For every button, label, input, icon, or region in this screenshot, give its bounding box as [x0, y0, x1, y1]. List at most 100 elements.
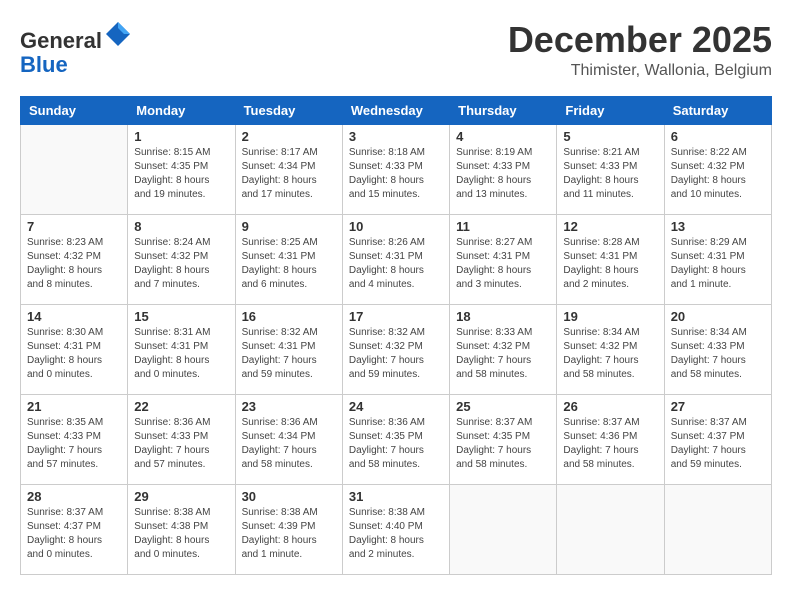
day-header-wednesday: Wednesday — [342, 96, 449, 124]
day-number: 25 — [456, 399, 550, 414]
calendar-cell: 22 Sunrise: 8:36 AM Sunset: 4:33 PM Dayli… — [128, 394, 235, 484]
day-info: Sunrise: 8:22 AM Sunset: 4:32 PM Dayligh… — [671, 146, 765, 202]
calendar-cell: 29 Sunrise: 8:38 AM Sunset: 4:38 PM Dayli… — [128, 484, 235, 574]
day-header-friday: Friday — [557, 96, 664, 124]
day-number: 2 — [242, 129, 336, 144]
day-number: 19 — [563, 309, 657, 324]
calendar-cell: 13 Sunrise: 8:29 AM Sunset: 4:31 PM Dayli… — [664, 214, 771, 304]
day-number: 16 — [242, 309, 336, 324]
calendar-cell: 20Sunrise: 8:34 AM Sunset: 4:33 PM Dayli… — [664, 304, 771, 394]
calendar-cell: 21 Sunrise: 8:35 AM Sunset: 4:33 PM Dayli… — [21, 394, 128, 484]
day-info: Sunrise: 8:38 AM Sunset: 4:38 PM Dayligh… — [134, 506, 228, 562]
location-subtitle: Thimister, Wallonia, Belgium — [508, 62, 772, 80]
day-number: 30 — [242, 489, 336, 504]
day-info: Sunrise: 8:28 AM Sunset: 4:31 PM Dayligh… — [563, 236, 657, 292]
day-number: 6 — [671, 129, 765, 144]
day-number: 24 — [349, 399, 443, 414]
day-info: Sunrise: 8:31 AM Sunset: 4:31 PM Dayligh… — [134, 326, 228, 382]
day-header-thursday: Thursday — [450, 96, 557, 124]
calendar-cell: 12Sunrise: 8:28 AM Sunset: 4:31 PM Dayli… — [557, 214, 664, 304]
calendar-cell: 8 Sunrise: 8:24 AM Sunset: 4:32 PM Daylig… — [128, 214, 235, 304]
day-info: Sunrise: 8:34 AM Sunset: 4:33 PM Dayligh… — [671, 326, 765, 382]
day-info: Sunrise: 8:36 AM Sunset: 4:34 PM Dayligh… — [242, 416, 336, 472]
calendar-week-row: 1Sunrise: 8:15 AM Sunset: 4:35 PM Daylig… — [21, 124, 772, 214]
day-number: 4 — [456, 129, 550, 144]
day-info: Sunrise: 8:37 AM Sunset: 4:37 PM Dayligh… — [671, 416, 765, 472]
calendar-week-row: 21 Sunrise: 8:35 AM Sunset: 4:33 PM Dayli… — [21, 394, 772, 484]
day-number: 15 — [134, 309, 228, 324]
calendar-cell: 6 Sunrise: 8:22 AM Sunset: 4:32 PM Daylig… — [664, 124, 771, 214]
month-title: December 2025 — [508, 20, 772, 60]
day-info: Sunrise: 8:38 AM Sunset: 4:39 PM Dayligh… — [242, 506, 336, 562]
day-header-tuesday: Tuesday — [235, 96, 342, 124]
day-info: Sunrise: 8:15 AM Sunset: 4:35 PM Dayligh… — [134, 146, 228, 202]
logo: General Blue — [20, 20, 132, 77]
calendar-cell: 15 Sunrise: 8:31 AM Sunset: 4:31 PM Dayli… — [128, 304, 235, 394]
day-header-sunday: Sunday — [21, 96, 128, 124]
calendar-cell: 23 Sunrise: 8:36 AM Sunset: 4:34 PM Dayli… — [235, 394, 342, 484]
day-header-monday: Monday — [128, 96, 235, 124]
calendar-cell — [664, 484, 771, 574]
day-number: 23 — [242, 399, 336, 414]
day-number: 17 — [349, 309, 443, 324]
day-info: Sunrise: 8:34 AM Sunset: 4:32 PM Dayligh… — [563, 326, 657, 382]
calendar-cell: 24Sunrise: 8:36 AM Sunset: 4:35 PM Dayli… — [342, 394, 449, 484]
calendar-cell: 26Sunrise: 8:37 AM Sunset: 4:36 PM Dayli… — [557, 394, 664, 484]
calendar-cell: 14Sunrise: 8:30 AM Sunset: 4:31 PM Dayli… — [21, 304, 128, 394]
calendar-cell: 2 Sunrise: 8:17 AM Sunset: 4:34 PM Daylig… — [235, 124, 342, 214]
day-number: 13 — [671, 219, 765, 234]
calendar-cell: 28 Sunrise: 8:37 AM Sunset: 4:37 PM Dayli… — [21, 484, 128, 574]
day-info: Sunrise: 8:21 AM Sunset: 4:33 PM Dayligh… — [563, 146, 657, 202]
day-info: Sunrise: 8:32 AM Sunset: 4:31 PM Dayligh… — [242, 326, 336, 382]
day-number: 5 — [563, 129, 657, 144]
day-info: Sunrise: 8:19 AM Sunset: 4:33 PM Dayligh… — [456, 146, 550, 202]
day-info: Sunrise: 8:24 AM Sunset: 4:32 PM Dayligh… — [134, 236, 228, 292]
day-number: 29 — [134, 489, 228, 504]
calendar-cell — [450, 484, 557, 574]
day-number: 9 — [242, 219, 336, 234]
day-number: 31 — [349, 489, 443, 504]
day-info: Sunrise: 8:37 AM Sunset: 4:35 PM Dayligh… — [456, 416, 550, 472]
day-info: Sunrise: 8:37 AM Sunset: 4:37 PM Dayligh… — [27, 506, 121, 562]
day-info: Sunrise: 8:18 AM Sunset: 4:33 PM Dayligh… — [349, 146, 443, 202]
day-info: Sunrise: 8:27 AM Sunset: 4:31 PM Dayligh… — [456, 236, 550, 292]
calendar-cell: 11 Sunrise: 8:27 AM Sunset: 4:31 PM Dayli… — [450, 214, 557, 304]
calendar-cell: 18 Sunrise: 8:33 AM Sunset: 4:32 PM Dayli… — [450, 304, 557, 394]
day-info: Sunrise: 8:17 AM Sunset: 4:34 PM Dayligh… — [242, 146, 336, 202]
calendar-cell: 19 Sunrise: 8:34 AM Sunset: 4:32 PM Dayli… — [557, 304, 664, 394]
calendar-cell: 7Sunrise: 8:23 AM Sunset: 4:32 PM Daylig… — [21, 214, 128, 304]
day-number: 27 — [671, 399, 765, 414]
calendar-week-row: 14Sunrise: 8:30 AM Sunset: 4:31 PM Dayli… — [21, 304, 772, 394]
day-info: Sunrise: 8:29 AM Sunset: 4:31 PM Dayligh… — [671, 236, 765, 292]
day-number: 18 — [456, 309, 550, 324]
logo-text: General — [20, 20, 132, 53]
day-number: 26 — [563, 399, 657, 414]
day-number: 22 — [134, 399, 228, 414]
calendar-cell: 31 Sunrise: 8:38 AM Sunset: 4:40 PM Dayli… — [342, 484, 449, 574]
calendar-cell: 1Sunrise: 8:15 AM Sunset: 4:35 PM Daylig… — [128, 124, 235, 214]
calendar-week-row: 7Sunrise: 8:23 AM Sunset: 4:32 PM Daylig… — [21, 214, 772, 304]
header: General Blue December 2025 Thimister, Wa… — [20, 20, 772, 80]
calendar-cell: 25 Sunrise: 8:37 AM Sunset: 4:35 PM Dayli… — [450, 394, 557, 484]
day-number: 3 — [349, 129, 443, 144]
calendar: SundayMondayTuesdayWednesdayThursdayFrid… — [20, 96, 772, 575]
logo-blue-text: Blue — [20, 53, 132, 77]
day-info: Sunrise: 8:33 AM Sunset: 4:32 PM Dayligh… — [456, 326, 550, 382]
day-info: Sunrise: 8:25 AM Sunset: 4:31 PM Dayligh… — [242, 236, 336, 292]
calendar-cell: 4 Sunrise: 8:19 AM Sunset: 4:33 PM Daylig… — [450, 124, 557, 214]
calendar-cell: 30 Sunrise: 8:38 AM Sunset: 4:39 PM Dayli… — [235, 484, 342, 574]
day-number: 10 — [349, 219, 443, 234]
calendar-cell: 5 Sunrise: 8:21 AM Sunset: 4:33 PM Daylig… — [557, 124, 664, 214]
day-number: 8 — [134, 219, 228, 234]
calendar-cell: 17Sunrise: 8:32 AM Sunset: 4:32 PM Dayli… — [342, 304, 449, 394]
day-number: 21 — [27, 399, 121, 414]
day-number: 28 — [27, 489, 121, 504]
calendar-cell — [557, 484, 664, 574]
day-info: Sunrise: 8:35 AM Sunset: 4:33 PM Dayligh… — [27, 416, 121, 472]
day-info: Sunrise: 8:36 AM Sunset: 4:33 PM Dayligh… — [134, 416, 228, 472]
day-number: 14 — [27, 309, 121, 324]
calendar-header-row: SundayMondayTuesdayWednesdayThursdayFrid… — [21, 96, 772, 124]
day-info: Sunrise: 8:38 AM Sunset: 4:40 PM Dayligh… — [349, 506, 443, 562]
logo-icon — [104, 20, 132, 48]
day-number: 11 — [456, 219, 550, 234]
